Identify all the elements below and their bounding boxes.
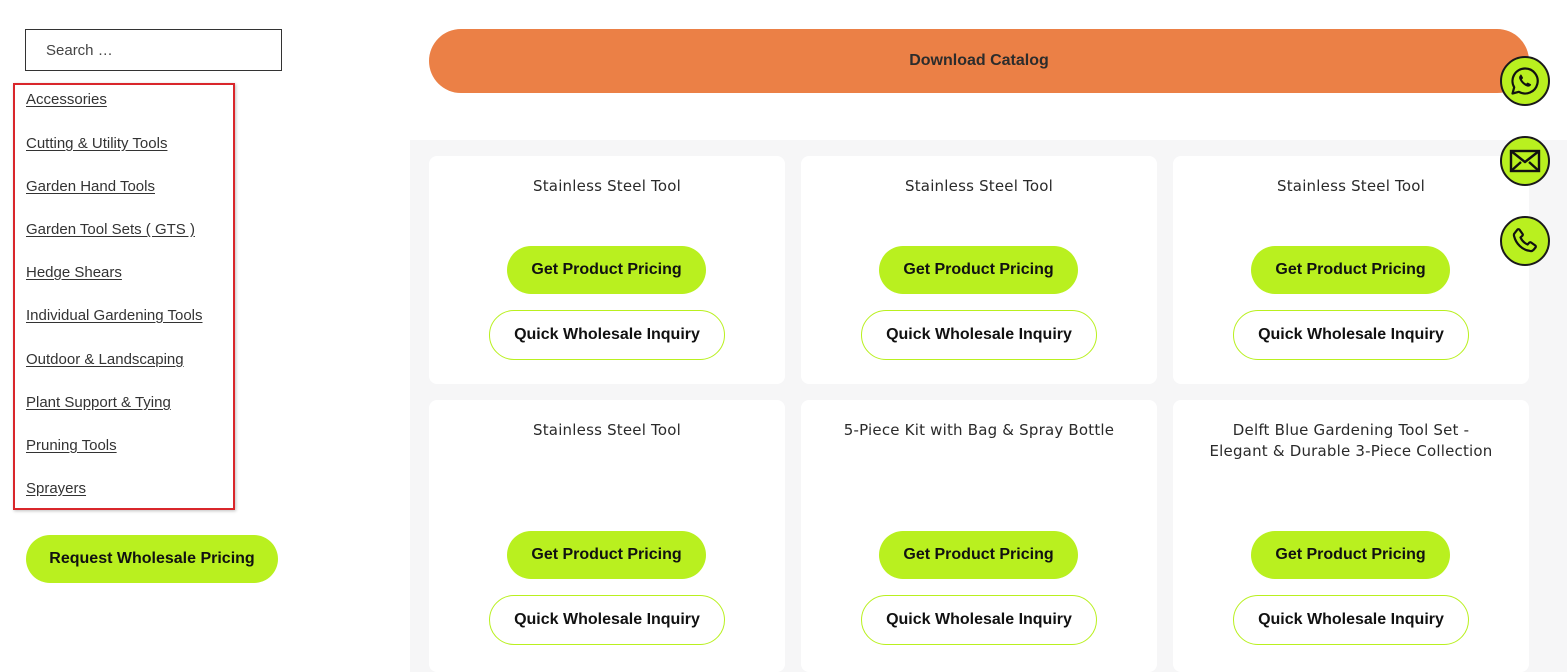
- whatsapp-icon[interactable]: [1500, 56, 1550, 106]
- product-title: Delft Blue Gardening Tool Set - Elegant …: [1209, 421, 1493, 460]
- product-card: Stainless Steel Tool Get Product Pricing…: [801, 156, 1157, 384]
- category-link-sprayers[interactable]: Sprayers: [26, 480, 86, 497]
- category-link-outdoor-landscaping[interactable]: Outdoor & Landscaping: [26, 351, 184, 368]
- get-product-pricing-button[interactable]: Get Product Pricing: [507, 246, 706, 294]
- search-input[interactable]: [25, 29, 282, 71]
- email-icon[interactable]: [1500, 136, 1550, 186]
- category-link-cutting-utility-tools[interactable]: Cutting & Utility Tools: [26, 135, 167, 152]
- quick-wholesale-inquiry-button[interactable]: Quick Wholesale Inquiry: [489, 595, 725, 645]
- product-card: Delft Blue Gardening Tool Set - Elegant …: [1173, 400, 1529, 672]
- category-link-hedge-shears[interactable]: Hedge Shears: [26, 264, 122, 281]
- quick-wholesale-inquiry-button[interactable]: Quick Wholesale Inquiry: [489, 310, 725, 360]
- product-card: Stainless Steel Tool Get Product Pricing…: [429, 156, 785, 384]
- category-link-plant-support-tying[interactable]: Plant Support & Tying: [26, 394, 171, 411]
- product-title: Stainless Steel Tool: [1277, 177, 1425, 195]
- product-title: Stainless Steel Tool: [905, 177, 1053, 195]
- product-card: Stainless Steel Tool Get Product Pricing…: [429, 400, 785, 672]
- phone-icon[interactable]: [1500, 216, 1550, 266]
- download-catalog-button[interactable]: Download Catalog: [429, 29, 1529, 93]
- category-link-pruning-tools[interactable]: Pruning Tools: [26, 437, 117, 454]
- category-link-individual-gardening-tools[interactable]: Individual Gardening Tools: [26, 307, 203, 324]
- product-title: Stainless Steel Tool: [533, 421, 681, 439]
- quick-wholesale-inquiry-button[interactable]: Quick Wholesale Inquiry: [1233, 595, 1469, 645]
- get-product-pricing-button[interactable]: Get Product Pricing: [879, 531, 1078, 579]
- category-link-accessories[interactable]: Accessories: [26, 91, 107, 108]
- get-product-pricing-button[interactable]: Get Product Pricing: [507, 531, 706, 579]
- category-link-garden-hand-tools[interactable]: Garden Hand Tools: [26, 178, 155, 195]
- quick-wholesale-inquiry-button[interactable]: Quick Wholesale Inquiry: [861, 595, 1097, 645]
- quick-wholesale-inquiry-button[interactable]: Quick Wholesale Inquiry: [861, 310, 1097, 360]
- product-card: 5-Piece Kit with Bag & Spray Bottle Get …: [801, 400, 1157, 672]
- product-title: 5-Piece Kit with Bag & Spray Bottle: [843, 421, 1115, 439]
- quick-wholesale-inquiry-button[interactable]: Quick Wholesale Inquiry: [1233, 310, 1469, 360]
- get-product-pricing-button[interactable]: Get Product Pricing: [879, 246, 1078, 294]
- product-card: Stainless Steel Tool Get Product Pricing…: [1173, 156, 1529, 384]
- get-product-pricing-button[interactable]: Get Product Pricing: [1251, 246, 1450, 294]
- product-title: Stainless Steel Tool: [533, 177, 681, 195]
- request-wholesale-pricing-button[interactable]: Request Wholesale Pricing: [26, 535, 278, 583]
- get-product-pricing-button[interactable]: Get Product Pricing: [1251, 531, 1450, 579]
- category-link-garden-tool-sets[interactable]: Garden Tool Sets ( GTS ): [26, 221, 195, 238]
